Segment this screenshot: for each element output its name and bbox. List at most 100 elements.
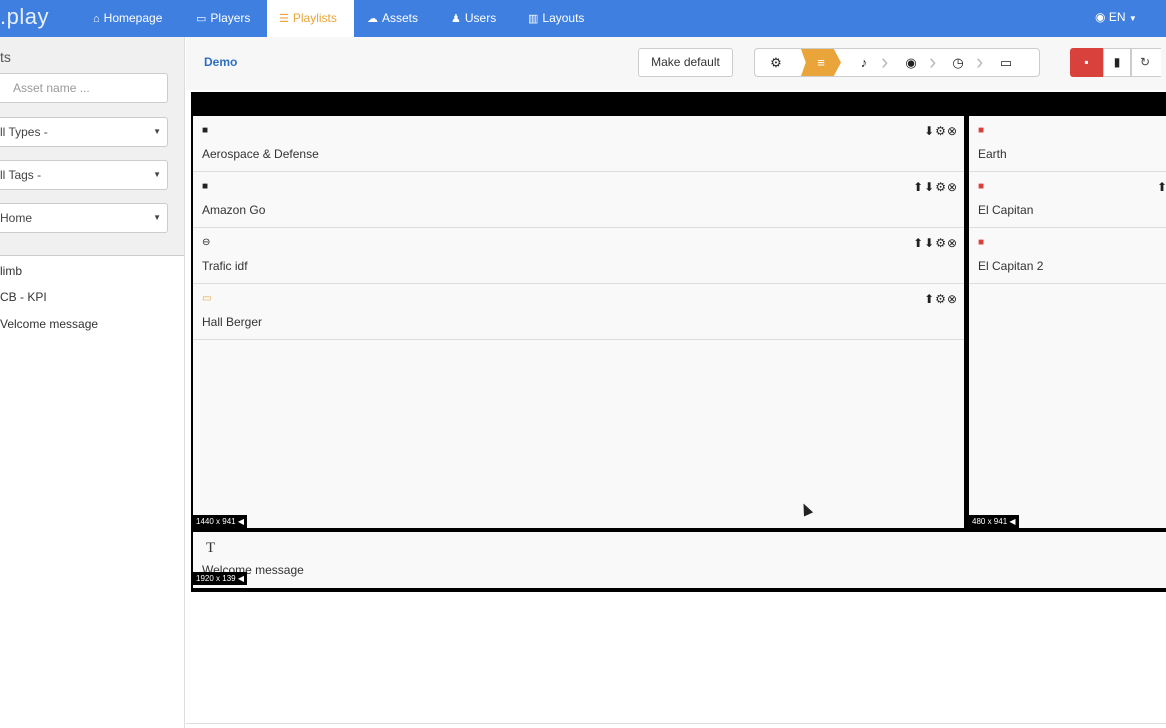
list-item[interactable]: ■ El Capitan 2 — [969, 228, 1166, 284]
chevron-right-icon: › — [976, 49, 984, 74]
step-preview[interactable]: ◉ — [896, 49, 926, 76]
caret-down-icon: ▼ — [153, 213, 161, 222]
nav-players-label: Players — [210, 11, 251, 25]
zone-side[interactable]: ■ Earth ■ El Capitan ⬆ ■ El Capitan 2 48… — [969, 116, 1166, 528]
link-icon: ⊖ — [202, 237, 211, 248]
volume-icon: ◀ — [1009, 517, 1016, 526]
item-name: Amazon Go — [202, 203, 266, 217]
item-name: Trafic idf — [202, 259, 248, 273]
nav-playlists-label: Playlists — [292, 11, 337, 25]
playlist-steps: ⚙ ≡ ♪ › ◉ › ◷ › ▭ — [754, 48, 1040, 77]
language-dropdown[interactable]: ◉ EN ▼ — [1095, 0, 1137, 36]
list-icon: ☰ — [279, 13, 289, 25]
playlist-toolbar: Demo Make default ⚙ ≡ ♪ › ◉ › ◷ › ▭ ▪ ▮ … — [186, 37, 1166, 90]
widget-icon: ▭ — [202, 293, 212, 304]
item-name: El Capitan 2 — [978, 259, 1044, 273]
save-button[interactable]: ▪ — [1070, 48, 1103, 77]
type-filter-value: ll Types - — [0, 125, 48, 139]
list-item[interactable]: ▭ Hall Berger ⬆⚙⊗ — [193, 284, 964, 340]
language-label: EN — [1108, 10, 1126, 24]
top-navbar: .play ⌂ Homepage ▭ Players ☰ Playlists ☁ Ass… — [0, 0, 1166, 37]
layout-stage: ■ Aerospace & Defense ⬇⚙⊗ ■ Amazon Go ⬆⬇… — [191, 92, 1166, 592]
item-name: El Capitan — [978, 203, 1034, 217]
item-name: Aerospace & Defense — [202, 147, 319, 161]
nav-assets-label: Assets — [382, 11, 419, 25]
sidebar-title: ts — [0, 49, 11, 65]
text-icon: T — [206, 540, 216, 556]
item-controls[interactable]: ⬆⚙⊗ — [924, 292, 958, 306]
delete-button[interactable]: ▮ — [1103, 48, 1131, 77]
make-default-button[interactable]: Make default — [638, 48, 733, 77]
list-item[interactable]: ⊖ Trafic idf ⬆⬇⚙⊗ — [193, 228, 964, 284]
sidebar-playlist-item[interactable]: limb — [0, 264, 22, 278]
list-item[interactable]: ■ El Capitan ⬆ — [969, 172, 1166, 228]
asset-sidebar: ts Asset name ... ll Types - ▼ ll Tags -… — [0, 37, 185, 728]
type-filter-select[interactable]: ll Types - ▼ — [0, 117, 168, 147]
nav-users-label: Users — [464, 11, 497, 25]
zone-main[interactable]: ■ Aerospace & Defense ⬇⚙⊗ ■ Amazon Go ⬆⬇… — [193, 116, 964, 528]
tag-filter-select[interactable]: ll Tags - ▼ — [0, 160, 168, 190]
item-name: Earth — [978, 147, 1007, 161]
tag-filter-value: ll Tags - — [0, 168, 42, 182]
music-icon: ♪ — [860, 55, 868, 70]
nav-layouts[interactable]: ▥ Layouts — [528, 0, 584, 37]
globe-icon: ◉ — [1095, 10, 1106, 24]
resolution-label: 1440 x 941 ◀ — [193, 515, 247, 528]
eye-icon: ◉ — [905, 55, 917, 70]
list-item[interactable]: ■ Aerospace & Defense ⬇⚙⊗ — [193, 116, 964, 172]
nav-users[interactable]: ♟ Users — [451, 0, 496, 37]
nav-playlists[interactable]: ☰ Playlists — [267, 0, 354, 37]
caret-down-icon: ▼ — [153, 127, 161, 136]
cloud-icon: ☁ — [367, 13, 378, 25]
home-icon: ⌂ — [93, 13, 100, 25]
caret-down-icon: ▼ — [153, 170, 161, 179]
settings-icon: ⚙ — [770, 55, 782, 70]
resolution-value: 1440 x 941 — [196, 517, 236, 526]
item-controls[interactable]: ⬆ — [1157, 180, 1166, 194]
trash-icon: ▮ — [1113, 55, 1121, 69]
user-icon: ♟ — [451, 13, 461, 25]
video-icon: ■ — [202, 125, 209, 136]
nav-homepage[interactable]: ⌂ Homepage — [93, 0, 162, 37]
divider — [186, 723, 1166, 724]
chevron-right-icon: › — [881, 49, 889, 74]
nav-assets[interactable]: ☁ Assets — [367, 0, 418, 37]
volume-icon: ◀ — [237, 574, 244, 583]
item-controls[interactable]: ⬆⬇⚙⊗ — [913, 236, 958, 250]
refresh-button[interactable]: ↻ — [1131, 48, 1161, 77]
asset-filter-panel: ts Asset name ... ll Types - ▼ ll Tags -… — [0, 37, 184, 256]
image-icon: ■ — [978, 125, 985, 136]
image-icon: ■ — [978, 237, 985, 248]
list-icon: ≡ — [817, 55, 825, 70]
columns-icon: ▥ — [528, 13, 539, 25]
volume-icon: ◀ — [237, 517, 244, 526]
tv-icon: ▭ — [196, 13, 207, 25]
item-name: Hall Berger — [202, 315, 263, 329]
asset-search-input[interactable]: Asset name ... — [0, 73, 168, 103]
caret-down-icon: ▼ — [1128, 14, 1137, 23]
nav-players[interactable]: ▭ Players — [196, 0, 250, 37]
step-audio[interactable]: ♪ — [849, 49, 879, 76]
monitor-icon: ▭ — [999, 55, 1013, 70]
refresh-icon: ↻ — [1140, 55, 1151, 69]
zone-bottom[interactable]: T Welcome message 1920 x 139 ◀ — [193, 532, 1166, 588]
step-settings[interactable]: ⚙ — [761, 49, 791, 76]
floppy-icon: ▪ — [1084, 55, 1089, 69]
resolution-label: 1920 x 139 ◀ — [193, 572, 247, 585]
folder-filter-select[interactable]: Home ▼ — [0, 203, 168, 233]
list-item[interactable]: ■ Amazon Go ⬆⬇⚙⊗ — [193, 172, 964, 228]
item-controls[interactable]: ⬆⬇⚙⊗ — [913, 180, 958, 194]
folder-filter-value: Home — [0, 211, 33, 225]
playlist-name[interactable]: Demo — [204, 55, 237, 69]
item-controls[interactable]: ⬇⚙⊗ — [924, 124, 958, 138]
resolution-value: 480 x 941 — [972, 517, 1008, 526]
resolution-value: 1920 x 139 — [196, 574, 236, 583]
sidebar-playlist-item[interactable]: Velcome message — [0, 317, 98, 331]
step-content[interactable]: ≡ — [801, 49, 841, 76]
brand-logo[interactable]: .play — [0, 4, 49, 30]
step-schedule[interactable]: ◷ — [943, 49, 973, 76]
list-item[interactable]: ■ Earth — [969, 116, 1166, 172]
step-players[interactable]: ▭ — [991, 49, 1021, 76]
image-icon: ■ — [978, 181, 985, 192]
sidebar-playlist-item[interactable]: CB - KPI — [0, 290, 47, 304]
